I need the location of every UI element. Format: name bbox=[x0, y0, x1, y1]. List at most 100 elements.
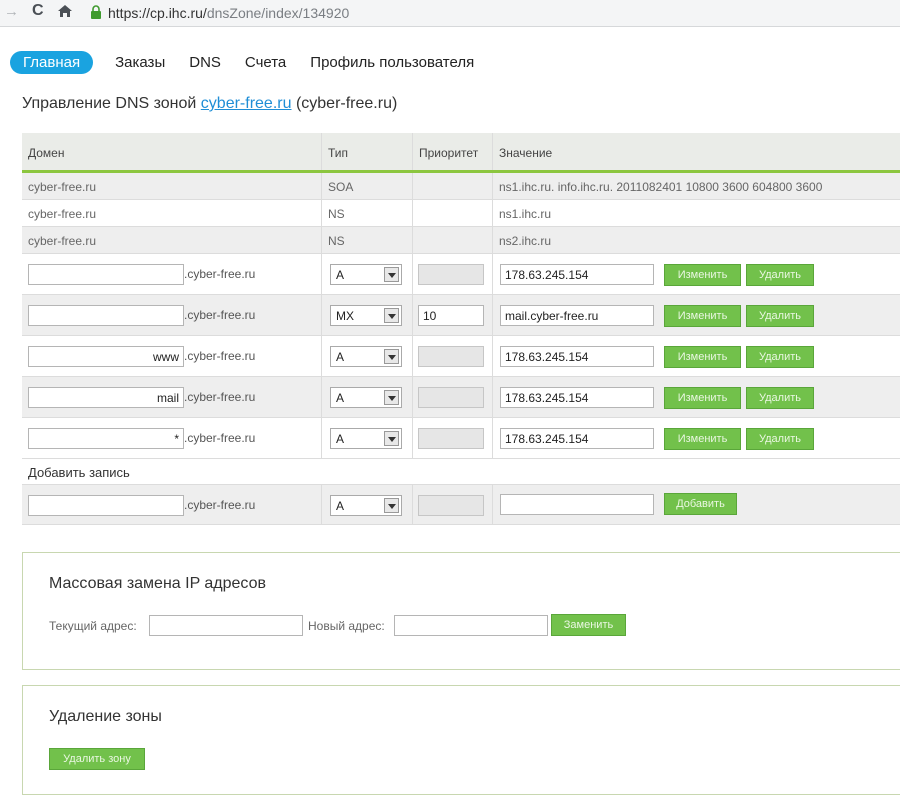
chevron-down-icon bbox=[384, 390, 399, 405]
browser-toolbar: → C https://cp.ihc.ru/dnsZone/index/1349… bbox=[0, 0, 900, 27]
home-icon[interactable] bbox=[57, 4, 73, 18]
header-value: Значение bbox=[499, 146, 553, 160]
delete-zone-button[interactable]: Удалить зону bbox=[49, 748, 145, 770]
subdomain-input[interactable]: mail bbox=[28, 387, 184, 408]
header-type: Тип bbox=[328, 146, 349, 160]
edit-button[interactable]: Изменить bbox=[664, 428, 741, 450]
add-record-table: .cyber-free.ru A Добавить bbox=[22, 484, 900, 525]
new-value-input[interactable] bbox=[500, 494, 654, 515]
delete-button[interactable]: Удалить bbox=[746, 428, 814, 450]
priority-input[interactable] bbox=[418, 346, 484, 367]
edit-button[interactable]: Изменить bbox=[664, 346, 741, 368]
type-select-value: A bbox=[336, 268, 345, 282]
row-value: ns2.ihc.ru bbox=[499, 234, 552, 248]
domain-suffix: .cyber-free.ru bbox=[184, 349, 256, 363]
new-address-input[interactable] bbox=[394, 615, 548, 636]
type-select-value: A bbox=[336, 499, 345, 513]
add-record-row: .cyber-free.ru A Добавить bbox=[22, 484, 900, 525]
chevron-down-icon bbox=[384, 267, 399, 282]
new-subdomain-input[interactable] bbox=[28, 495, 184, 516]
domain-suffix: .cyber-free.ru bbox=[184, 308, 256, 322]
priority-input[interactable]: 10 bbox=[418, 305, 484, 326]
subdomain-input[interactable]: * bbox=[28, 428, 184, 449]
row-type: NS bbox=[328, 234, 345, 248]
priority-input[interactable] bbox=[418, 264, 484, 285]
delete-button[interactable]: Удалить bbox=[746, 305, 814, 327]
reload-icon[interactable]: C bbox=[32, 2, 44, 20]
delete-button[interactable]: Удалить bbox=[746, 264, 814, 286]
header-domain: Домен bbox=[28, 146, 65, 160]
table-row-editable: .cyber-free.ru MX 10 mail.cyber-free.ru … bbox=[22, 295, 900, 336]
table-row-editable: www .cyber-free.ru A 178.63.245.154 Изме… bbox=[22, 336, 900, 377]
priority-input[interactable] bbox=[418, 428, 484, 449]
lock-icon bbox=[91, 5, 101, 19]
type-select[interactable]: A bbox=[330, 428, 402, 449]
nav-item-orders[interactable]: Заказы bbox=[115, 54, 165, 71]
table-row-editable: mail .cyber-free.ru A 178.63.245.154 Изм… bbox=[22, 377, 900, 418]
table-row: cyber-free.ru SOA ns1.ihc.ru. info.ihc.r… bbox=[22, 173, 900, 200]
add-record-label: Добавить запись bbox=[28, 465, 130, 480]
edit-button[interactable]: Изменить bbox=[664, 387, 741, 409]
delete-zone-panel: Удаление зоны Удалить зону bbox=[22, 685, 900, 795]
type-select-value: A bbox=[336, 432, 345, 446]
subdomain-input[interactable] bbox=[28, 264, 184, 285]
delete-button[interactable]: Удалить bbox=[746, 387, 814, 409]
row-value: ns1.ihc.ru bbox=[499, 207, 552, 221]
nav-item-invoices[interactable]: Счета bbox=[245, 54, 286, 71]
type-select-value: A bbox=[336, 350, 345, 364]
value-input[interactable]: 178.63.245.154 bbox=[500, 264, 654, 285]
table-header: Домен Тип Приоритет Значение bbox=[22, 133, 900, 173]
nav-item-profile[interactable]: Профиль пользователя bbox=[310, 54, 474, 71]
current-address-input[interactable] bbox=[149, 615, 303, 636]
value-input[interactable]: 178.63.245.154 bbox=[500, 387, 654, 408]
chevron-down-icon bbox=[384, 349, 399, 364]
row-domain: cyber-free.ru bbox=[28, 234, 97, 248]
value-input[interactable]: mail.cyber-free.ru bbox=[500, 305, 654, 326]
row-domain: cyber-free.ru bbox=[28, 180, 97, 194]
priority-input[interactable] bbox=[418, 387, 484, 408]
new-priority-input[interactable] bbox=[418, 495, 484, 516]
nav-item-home[interactable]: Главная bbox=[10, 50, 94, 74]
new-type-select[interactable]: A bbox=[330, 495, 402, 516]
chevron-down-icon bbox=[384, 431, 399, 446]
new-address-label: Новый адрес: bbox=[308, 619, 385, 633]
type-select[interactable]: MX bbox=[330, 305, 402, 326]
current-address-label: Текущий адрес: bbox=[49, 619, 137, 633]
add-button[interactable]: Добавить bbox=[664, 493, 737, 515]
mass-replace-title: Массовая замена IP адресов bbox=[49, 575, 267, 592]
page-title-prefix: Управление DNS зоной bbox=[22, 95, 197, 112]
type-select[interactable]: A bbox=[330, 346, 402, 367]
subdomain-input[interactable] bbox=[28, 305, 184, 326]
row-type: NS bbox=[328, 207, 345, 221]
row-value: ns1.ihc.ru. info.ihc.ru. 2011082401 1080… bbox=[499, 180, 823, 194]
domain-suffix: .cyber-free.ru bbox=[184, 267, 256, 281]
page-title-suffix: (cyber-free.ru) bbox=[295, 95, 398, 112]
type-select-value: MX bbox=[336, 309, 354, 323]
table-row-editable: .cyber-free.ru A 178.63.245.154 Изменить… bbox=[22, 254, 900, 295]
url-path: dnsZone/index/134920 bbox=[206, 5, 350, 21]
table-row-editable: * .cyber-free.ru A 178.63.245.154 Измени… bbox=[22, 418, 900, 459]
domain-suffix: .cyber-free.ru bbox=[184, 498, 256, 512]
subdomain-input[interactable]: www bbox=[28, 346, 184, 367]
table-row: cyber-free.ru NS ns2.ihc.ru bbox=[22, 227, 900, 254]
replace-button[interactable]: Заменить bbox=[551, 614, 626, 636]
domain-suffix: .cyber-free.ru bbox=[184, 390, 256, 404]
type-select-value: A bbox=[336, 391, 345, 405]
value-input[interactable]: 178.63.245.154 bbox=[500, 346, 654, 367]
delete-button[interactable]: Удалить bbox=[746, 346, 814, 368]
main-nav: Главная Заказы DNS Счета Профиль пользов… bbox=[10, 50, 498, 74]
chevron-down-icon bbox=[384, 308, 399, 323]
chevron-down-icon bbox=[384, 498, 399, 513]
address-bar[interactable]: https://cp.ihc.ru/dnsZone/index/134920 bbox=[108, 5, 349, 21]
value-input[interactable]: 178.63.245.154 bbox=[500, 428, 654, 449]
header-priority: Приоритет bbox=[419, 146, 479, 160]
nav-item-dns[interactable]: DNS bbox=[189, 54, 221, 71]
zone-link[interactable]: cyber-free.ru bbox=[201, 95, 292, 112]
edit-button[interactable]: Изменить bbox=[664, 264, 741, 286]
type-select[interactable]: A bbox=[330, 264, 402, 285]
delete-zone-title: Удаление зоны bbox=[49, 708, 162, 725]
row-type: SOA bbox=[328, 180, 354, 194]
back-arrow-icon[interactable]: → bbox=[4, 3, 19, 20]
type-select[interactable]: A bbox=[330, 387, 402, 408]
edit-button[interactable]: Изменить bbox=[664, 305, 741, 327]
